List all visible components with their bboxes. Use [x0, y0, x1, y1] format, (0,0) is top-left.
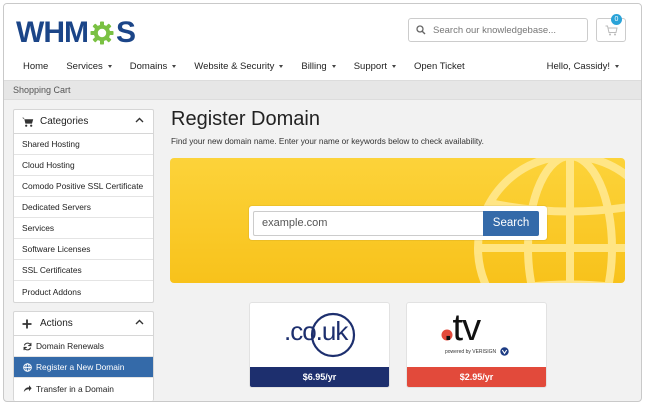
page-title: Register Domain [171, 108, 320, 130]
nav-website-security[interactable]: Website & Security [185, 61, 292, 72]
tld-card-co-uk[interactable]: .co.uk $6.95/yr [249, 302, 390, 388]
tld-logo-tv: .tv powered by VERISIGN [407, 303, 546, 366]
category-item[interactable]: Comodo Positive SSL Certificate [14, 176, 153, 197]
cart-count-badge: 0 [611, 14, 622, 25]
category-item[interactable]: Shared Hosting [14, 134, 153, 155]
caret-down-icon [331, 64, 336, 68]
domain-search-form: Search [249, 206, 547, 240]
caret-down-icon [279, 64, 284, 68]
tld-name-tv: .tv [443, 307, 481, 349]
categories-panel: Categories Shared Hosting Cloud Hosting … [13, 109, 154, 303]
logo-text-start: WHM [16, 16, 89, 49]
site-header: WHM S Search our knowledgebase... 0 Home… [4, 4, 641, 80]
domain-search-input[interactable] [253, 210, 483, 236]
category-item[interactable]: Cloud Hosting [14, 155, 153, 176]
user-menu[interactable]: Hello, Cassidy! [547, 56, 619, 76]
action-register-new-domain[interactable]: Register a New Domain [14, 357, 153, 378]
domain-search-hero: Search [170, 158, 625, 283]
search-icon [409, 19, 433, 41]
gear-icon [89, 20, 115, 46]
share-icon [22, 384, 32, 394]
knowledgebase-search-input[interactable] [433, 24, 583, 36]
whmcs-logo[interactable]: WHM S [16, 16, 136, 50]
knowledgebase-search[interactable] [408, 18, 588, 42]
nav-home[interactable]: Home [4, 61, 57, 72]
domain-search-button[interactable]: Search [483, 210, 539, 236]
chevron-up-icon[interactable] [135, 117, 144, 123]
nav-open-ticket[interactable]: Open Ticket [405, 61, 474, 72]
caret-down-icon [615, 64, 619, 68]
nav-domains[interactable]: Domains [121, 61, 186, 72]
tld-price-tv: $2.95/yr [407, 367, 546, 387]
breadcrumb: Shopping Cart [4, 80, 641, 100]
actions-panel: Actions Domain Renewals Register a New D… [13, 311, 154, 401]
categories-panel-header[interactable]: Categories [14, 110, 153, 134]
cart-icon [605, 25, 618, 35]
actions-title: Actions [40, 318, 73, 329]
category-item[interactable]: SSL Certificates [14, 260, 153, 281]
categories-title: Categories [40, 116, 89, 127]
main-nav: Home Services Domains Website & Security… [4, 56, 641, 76]
plus-icon [22, 318, 34, 330]
chevron-up-icon[interactable] [135, 319, 144, 325]
refresh-icon [22, 341, 32, 351]
category-item[interactable]: Services [14, 218, 153, 239]
caret-down-icon [107, 64, 112, 68]
nav-services[interactable]: Services [57, 61, 120, 72]
category-item[interactable]: Product Addons [14, 281, 153, 302]
tld-card-tv[interactable]: .tv powered by VERISIGN $2.95/yr [406, 302, 547, 388]
tld-logo-co-uk: .co.uk [250, 303, 389, 366]
tld-name-co-uk: .co.uk [284, 316, 348, 346]
category-item[interactable]: Software Licenses [14, 239, 153, 260]
caret-down-icon [392, 64, 396, 68]
globe-icon [22, 362, 32, 372]
nav-billing[interactable]: Billing [292, 61, 344, 72]
browser-frame: WHM S Search our knowledgebase... 0 Home… [3, 3, 642, 402]
verisign-check-icon [500, 347, 509, 356]
page-subtitle: Find your new domain name. Enter your na… [171, 137, 484, 146]
category-item[interactable]: Dedicated Servers [14, 197, 153, 218]
logo-text-end: S [115, 16, 136, 49]
nav-support[interactable]: Support [345, 61, 405, 72]
cart-button[interactable]: 0 [596, 14, 626, 42]
action-domain-renewals[interactable]: Domain Renewals [14, 336, 153, 357]
tld-tagline-tv: powered by VERISIGN [445, 349, 497, 355]
action-transfer-domain[interactable]: Transfer in a Domain [14, 378, 153, 399]
caret-down-icon [172, 64, 177, 68]
cart-icon [22, 116, 34, 128]
tld-price-co-uk: $6.95/yr [250, 367, 389, 387]
actions-panel-header[interactable]: Actions [14, 312, 153, 336]
